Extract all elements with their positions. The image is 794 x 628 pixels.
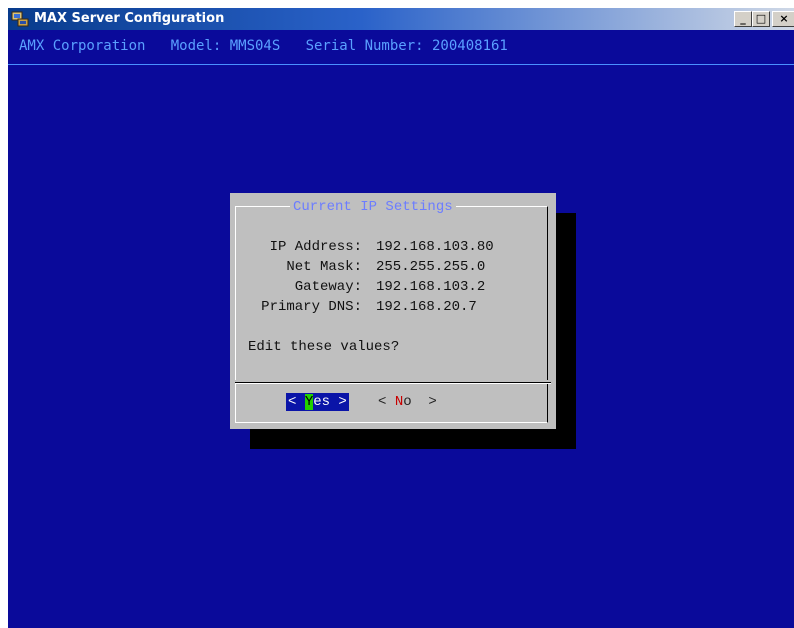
gateway-label: Gateway: [294,279,362,295]
net-mask-label: Net Mask: [286,259,362,275]
primary-dns-row: Primary DNS: 192.168.20.7 [230,298,477,318]
no-button-rest: o > [403,394,437,410]
gateway-value: 192.168.103.2 [376,279,486,295]
minimize-button[interactable]: _ [734,11,752,27]
ip-address-value: 192.168.103.80 [376,239,494,255]
header-divider [8,64,794,65]
title-bar[interactable]: MAX Server Configuration _ □ × [8,8,794,30]
primary-dns-label: Primary DNS: [261,299,362,315]
no-button-prefix: < [378,394,395,410]
gateway-row: Gateway: 192.168.103.2 [230,278,485,298]
maximize-button[interactable]: □ [752,11,770,27]
close-button[interactable]: × [772,11,794,27]
app-icon [11,11,29,27]
ip-address-row: IP Address: 192.168.103.80 [230,238,494,258]
window-title: MAX Server Configuration [34,11,225,26]
yes-button-rest: es > [313,394,347,410]
ip-address-label: IP Address: [269,239,362,255]
ip-settings-dialog: Current IP Settings IP Address: 192.168.… [230,193,556,429]
net-mask-row: Net Mask: 255.255.255.0 [230,258,485,278]
app-window: MAX Server Configuration _ □ × AMX Corpo… [8,8,794,628]
primary-dns-value: 192.168.20.7 [376,299,477,315]
yes-button-prefix: < [288,394,305,410]
no-button-hotkey: N [394,394,404,410]
yes-button[interactable]: < Yes > [286,393,349,411]
net-mask-value: 255.255.255.0 [376,259,486,275]
no-button[interactable]: < No > [378,393,437,411]
edit-prompt: Edit these values? [248,339,400,355]
device-info-header: AMX Corporation Model: MMS04S Serial Num… [19,38,508,54]
yes-button-hotkey: Y [304,394,314,410]
dialog-title: Current IP Settings [290,198,456,216]
